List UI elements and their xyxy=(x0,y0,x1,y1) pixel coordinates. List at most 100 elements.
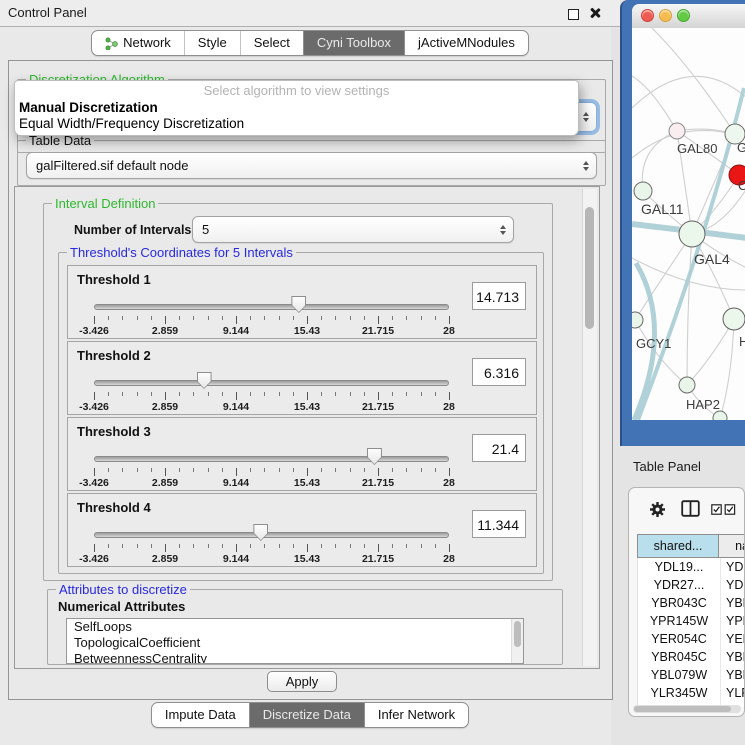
tab-jactivemnodules[interactable]: jActiveMNodules xyxy=(404,31,528,55)
slider-track[interactable] xyxy=(94,304,449,310)
tick-mark xyxy=(421,316,422,320)
table-row[interactable]: YLR345WYLR3 xyxy=(638,684,745,702)
tick-mark xyxy=(350,316,351,320)
slider-handle[interactable] xyxy=(291,296,306,313)
close-icon[interactable] xyxy=(589,7,601,19)
attribute-list-item[interactable]: SelfLoops xyxy=(67,619,523,635)
table-data-value: galFiltered.sif default node xyxy=(36,158,188,173)
network-node[interactable] xyxy=(669,123,685,139)
cell-shared-name[interactable]: YER054C xyxy=(638,630,721,648)
threshold-value-field[interactable]: 21.4 xyxy=(472,434,526,462)
cell-name[interactable]: YPR1 xyxy=(721,612,745,630)
cell-name[interactable]: YLR3 xyxy=(721,684,745,702)
cell-shared-name[interactable]: YBR045C xyxy=(638,648,721,666)
threshold-value-field[interactable]: 11.344 xyxy=(472,510,526,538)
column-header-name[interactable]: na xyxy=(719,534,745,558)
cell-name[interactable]: YER0 xyxy=(721,630,745,648)
table-row[interactable]: YER054CYER0 xyxy=(638,630,745,648)
select-columns-checkboxes-icon[interactable] xyxy=(711,504,736,515)
cell-shared-name[interactable]: YBR043C xyxy=(638,594,721,612)
threshold-slider[interactable]: -3.4262.8599.14415.4321.71528 xyxy=(94,444,449,490)
tab-network[interactable]: Network xyxy=(92,31,184,55)
tab-select[interactable]: Select xyxy=(240,31,303,55)
cell-shared-name[interactable]: YLR345W xyxy=(638,684,721,702)
cell-name[interactable]: YDL1 xyxy=(721,558,745,576)
attribute-list-item[interactable]: BetweennessCentrality xyxy=(67,651,523,664)
split-columns-icon[interactable] xyxy=(681,500,700,517)
slider-track[interactable] xyxy=(94,380,449,386)
cell-shared-name[interactable]: YDR27... xyxy=(638,576,721,594)
slider-track[interactable] xyxy=(94,456,449,462)
tick-mark xyxy=(264,468,265,472)
network-node[interactable] xyxy=(632,312,643,328)
table-data-combobox[interactable]: galFiltered.sif default node xyxy=(26,152,597,179)
popup-option-manual-discretization[interactable]: Manual Discretization xyxy=(15,100,578,116)
vertical-scrollbar[interactable] xyxy=(582,189,597,666)
float-window-icon[interactable] xyxy=(568,9,579,20)
list-scrollbar[interactable] xyxy=(511,619,523,663)
network-node[interactable] xyxy=(679,221,705,247)
tab-impute-data[interactable]: Impute Data xyxy=(152,703,249,727)
tick-mark xyxy=(364,316,365,320)
cell-shared-name[interactable]: YPR145W xyxy=(638,612,721,630)
table-row[interactable]: YBR045CYBR0 xyxy=(638,648,745,666)
horizontal-scrollbar-thumb[interactable] xyxy=(634,706,731,712)
apply-button[interactable]: Apply xyxy=(267,671,337,692)
cell-name[interactable]: YBR0 xyxy=(721,648,745,666)
threshold-label: Threshold 4 xyxy=(77,500,151,515)
numerical-attributes-list[interactable]: SelfLoopsTopologicalCoefficientBetweenne… xyxy=(66,618,524,664)
popup-option-equal-width[interactable]: Equal Width/Frequency Discretization xyxy=(15,116,578,132)
threshold-slider[interactable]: -3.4262.8599.14415.4321.71528 xyxy=(94,368,449,414)
cell-name[interactable]: YDR2 xyxy=(721,576,745,594)
table-row[interactable]: YPR145WYPR1 xyxy=(638,612,745,630)
column-header-shared-name[interactable]: shared... xyxy=(637,534,719,558)
table-row[interactable]: YDL19...YDL1 xyxy=(638,558,745,576)
tick-label: 28 xyxy=(443,401,455,413)
minimize-traffic-light[interactable] xyxy=(659,9,672,22)
list-scrollbar-thumb[interactable] xyxy=(514,621,521,647)
network-node[interactable] xyxy=(634,182,652,200)
tab-discretize-data[interactable]: Discretize Data xyxy=(249,703,364,727)
table-row[interactable]: YDR27...YDR2 xyxy=(638,576,745,594)
table-row[interactable]: YBR043CYBR0 xyxy=(638,594,745,612)
tab-label: Infer Network xyxy=(378,703,455,727)
cell-name[interactable]: YBL0 xyxy=(721,666,745,684)
gear-icon[interactable] xyxy=(649,501,666,518)
cell-shared-name[interactable]: YBL079W xyxy=(638,666,721,684)
threshold-slider[interactable]: -3.4262.8599.14415.4321.71528 xyxy=(94,292,449,338)
threshold-slider[interactable]: -3.4262.8599.14415.4321.71528 xyxy=(94,520,449,566)
cell-shared-name[interactable]: YDL19... xyxy=(638,558,721,576)
number-of-intervals-combobox[interactable]: 5 xyxy=(192,216,514,243)
tick-mark xyxy=(165,544,166,552)
slider-handle[interactable] xyxy=(253,524,268,541)
threshold-row: Threshold 3-3.4262.8599.14415.4321.71528… xyxy=(67,417,537,491)
threshold-value-field[interactable]: 6.316 xyxy=(472,358,526,386)
attribute-items: SelfLoopsTopologicalCoefficientBetweenne… xyxy=(67,619,523,664)
table-row[interactable]: YBL079WYBL0 xyxy=(638,666,745,684)
tick-mark xyxy=(94,392,95,400)
tab-style[interactable]: Style xyxy=(184,31,240,55)
tick-mark xyxy=(293,392,294,396)
slider-handle[interactable] xyxy=(367,448,382,465)
close-traffic-light[interactable] xyxy=(641,9,654,22)
tick-mark xyxy=(151,544,152,548)
tab-infer-network[interactable]: Infer Network xyxy=(364,703,468,727)
attribute-list-item[interactable]: TopologicalCoefficient xyxy=(67,635,523,651)
scrollbar-thumb[interactable] xyxy=(585,207,594,329)
horizontal-scrollbar[interactable] xyxy=(633,705,741,713)
network-canvas[interactable]: GAL80GACGAL11GAL4GCY1HHAP2 xyxy=(632,28,745,420)
network-window-titlebar[interactable] xyxy=(632,4,745,29)
network-node[interactable] xyxy=(679,377,695,393)
tick-label: 2.859 xyxy=(152,325,178,337)
network-node[interactable] xyxy=(713,411,727,420)
tab-group: Network Style Select Cyni Toolbox jActiv… xyxy=(91,30,529,56)
slider-track[interactable] xyxy=(94,532,449,538)
tick-mark xyxy=(193,392,194,396)
zoom-traffic-light[interactable] xyxy=(677,9,690,22)
tick-label: 28 xyxy=(443,553,455,565)
network-node[interactable] xyxy=(723,308,745,330)
cell-name[interactable]: YBR0 xyxy=(721,594,745,612)
tab-cyni-toolbox[interactable]: Cyni Toolbox xyxy=(303,31,404,55)
slider-handle[interactable] xyxy=(197,372,212,389)
threshold-value-field[interactable]: 14.713 xyxy=(472,282,526,310)
